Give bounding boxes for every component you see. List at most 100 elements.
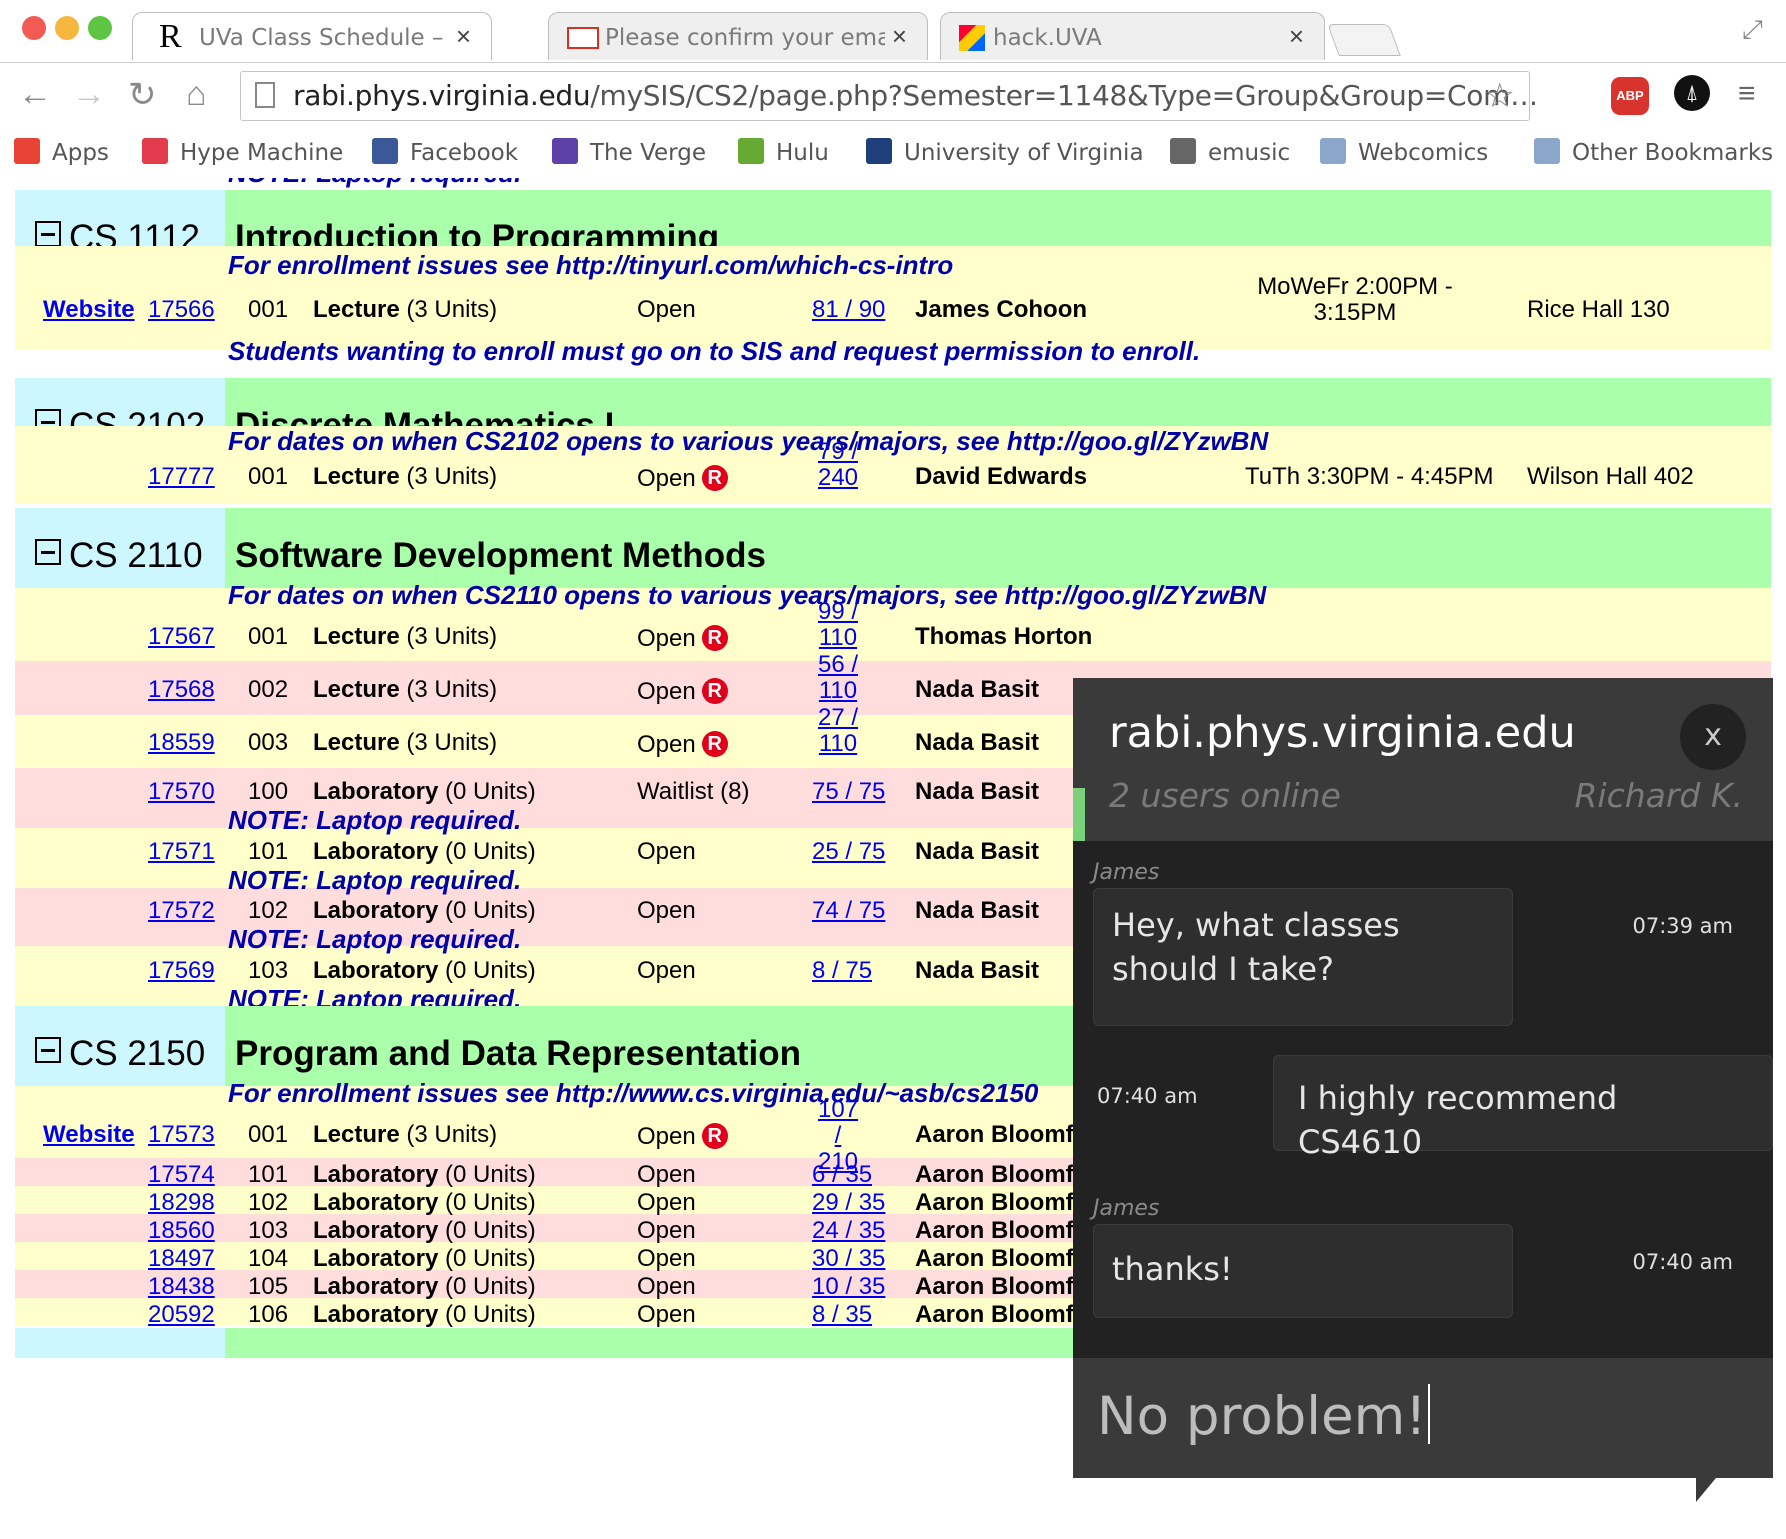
room: Wilson Hall 402 [1527,463,1694,490]
collapse-icon[interactable] [35,1037,61,1063]
restricted-icon[interactable]: R [701,678,728,704]
bookmark-star-icon[interactable]: ☆ [1485,76,1515,116]
folder-icon [1534,138,1560,164]
class-number-link[interactable]: 17571 [148,838,215,866]
section-type: Laboratory (0 Units) [313,778,536,805]
enrollment-link[interactable]: 81 / 90 [812,296,885,324]
bookmark-facebook[interactable]: Facebook [372,138,518,166]
section-number: 100 [248,778,289,805]
current-user[interactable]: Richard K. [1574,776,1743,815]
close-window-button[interactable] [22,16,46,40]
class-number-link[interactable]: 17567 [148,623,215,651]
class-number-link[interactable]: 20592 [148,1301,215,1329]
instructor-name: Nada Basit [915,778,1040,805]
enrollment-link[interactable]: 30 / 35 [812,1245,885,1273]
chat-input[interactable]: No problem! [1073,1358,1773,1478]
menu-icon[interactable]: ≡ [1738,77,1756,111]
tab-confirm-email[interactable]: Please confirm your email × [548,12,928,60]
bookmark-the-verge[interactable]: The Verge [552,138,706,166]
adblock-plus-icon[interactable]: ABP [1611,77,1649,115]
enrollment-link[interactable]: 29 / 35 [812,1189,885,1217]
class-number-link[interactable]: 18559 [148,729,215,757]
section-type: Laboratory (0 Units) [313,1189,536,1216]
bookmark-label: University of Virginia [904,140,1144,166]
bookmark-webcomics[interactable]: Webcomics [1320,138,1488,166]
restricted-icon[interactable]: R [701,1123,728,1149]
bookmark-hype-machine[interactable]: Hype Machine [142,138,343,166]
bookmark-label: Facebook [410,140,519,166]
tab-hack-uva[interactable]: hack.UVA × [940,12,1325,60]
class-number-link[interactable]: 17566 [148,296,215,324]
chat-tail [1696,1478,1716,1502]
bookmark-hulu[interactable]: Hulu [738,138,829,166]
bookmark-other-bookmarks[interactable]: Other Bookmarks [1534,138,1773,166]
close-chat-button[interactable]: x [1680,704,1746,770]
restricted-icon[interactable]: R [701,465,728,491]
section-number: 003 [248,729,289,756]
class-number-link[interactable]: 17573 [148,1121,215,1149]
tab-uva-class-schedule[interactable]: R UVa Class Schedule – Com × [132,12,492,60]
course-code[interactable]: CS 2110 [35,536,203,576]
enrollment-status: Open [637,1273,696,1300]
minimize-window-button[interactable] [55,16,79,40]
course-code[interactable]: CS 2150 [35,1034,205,1074]
gmail-icon [567,27,599,49]
extension-icon[interactable]: ⍋ [1674,75,1710,111]
instructor-name: Nada Basit [915,957,1040,984]
restricted-icon[interactable]: R [701,625,728,651]
tab-close-icon[interactable]: × [1289,21,1304,52]
enrollment-link[interactable]: 8 / 35 [812,1301,872,1329]
chat-widget: rabi.phys.virginia.edu 2 users online Ri… [1073,678,1773,1502]
fullscreen-icon[interactable]: ⤢ [1742,14,1763,46]
message-bubble-mine: I highly recommend CS4610 [1273,1055,1773,1161]
enrollment-link[interactable]: 27 / 110 [815,705,861,757]
browser-chrome: R UVa Class Schedule – Com × Please conf… [0,0,1786,178]
reload-icon[interactable]: ↻ [128,75,157,115]
class-number-link[interactable]: 17572 [148,897,215,925]
class-number-link[interactable]: 17568 [148,676,215,704]
enrollment-link[interactable]: 6 / 35 [812,1161,872,1189]
tab-close-icon[interactable]: × [892,21,907,52]
back-icon[interactable]: ← [18,75,52,114]
website-link[interactable]: Website [43,296,135,324]
enrollment-link[interactable]: 24 / 35 [812,1217,885,1245]
website-link[interactable]: Website [43,1121,135,1149]
enrollment-link[interactable]: 56 / 110 [815,652,861,704]
class-number-link[interactable]: 17569 [148,957,215,985]
forward-icon[interactable]: → [72,75,106,114]
class-number-link[interactable]: 17574 [148,1161,215,1189]
new-tab-button[interactable] [1327,24,1401,56]
enrollment-link[interactable]: 25 / 75 [812,838,885,866]
home-icon[interactable]: ⌂ [186,75,207,114]
class-number-link[interactable]: 17777 [148,463,215,491]
enrollment-status: Open R [637,1123,728,1151]
tab-close-icon[interactable]: × [456,21,471,52]
bookmark-university-of-virginia[interactable]: University of Virginia [866,138,1144,166]
collapse-icon[interactable] [35,221,61,247]
enrollment-link[interactable]: 10 / 35 [812,1273,885,1301]
course-code-cell: CS 2110 [15,508,225,588]
enrollment-link[interactable]: 8 / 75 [812,957,872,985]
enrollment-link[interactable]: 79 / 240 [815,439,861,491]
chat-draft-text: No problem! [1097,1384,1431,1447]
class-number-link[interactable]: 18438 [148,1273,215,1301]
maximize-window-button[interactable] [88,16,112,40]
class-number-link[interactable]: 18560 [148,1217,215,1245]
bookmark-apps[interactable]: Apps [14,138,109,166]
course-note: For dates on when CS2110 opens to variou… [228,580,1267,610]
class-number-link[interactable]: 17570 [148,778,215,806]
class-number-link[interactable]: 18497 [148,1245,215,1273]
bookmark-emusic[interactable]: emusic [1170,138,1290,166]
class-number-link[interactable]: 18298 [148,1189,215,1217]
tab-strip: R UVa Class Schedule – Com × Please conf… [0,0,1786,62]
address-bar[interactable]: rabi.phys.virginia.edu/mySIS/CS2/page.ph… [240,71,1538,121]
enrollment-link[interactable]: 75 / 75 [812,778,885,806]
restricted-icon[interactable]: R [701,731,728,757]
course-note: For dates on when CS2102 opens to variou… [228,426,1269,456]
instructor-name: Nada Basit [915,838,1040,865]
enrollment-link[interactable]: 74 / 75 [812,897,885,925]
enrollment-link[interactable]: 99 / 110 [815,599,861,651]
collapse-icon[interactable] [35,539,61,565]
enrollment-status: Open [637,1245,696,1272]
r-logo-icon: R [159,18,182,55]
